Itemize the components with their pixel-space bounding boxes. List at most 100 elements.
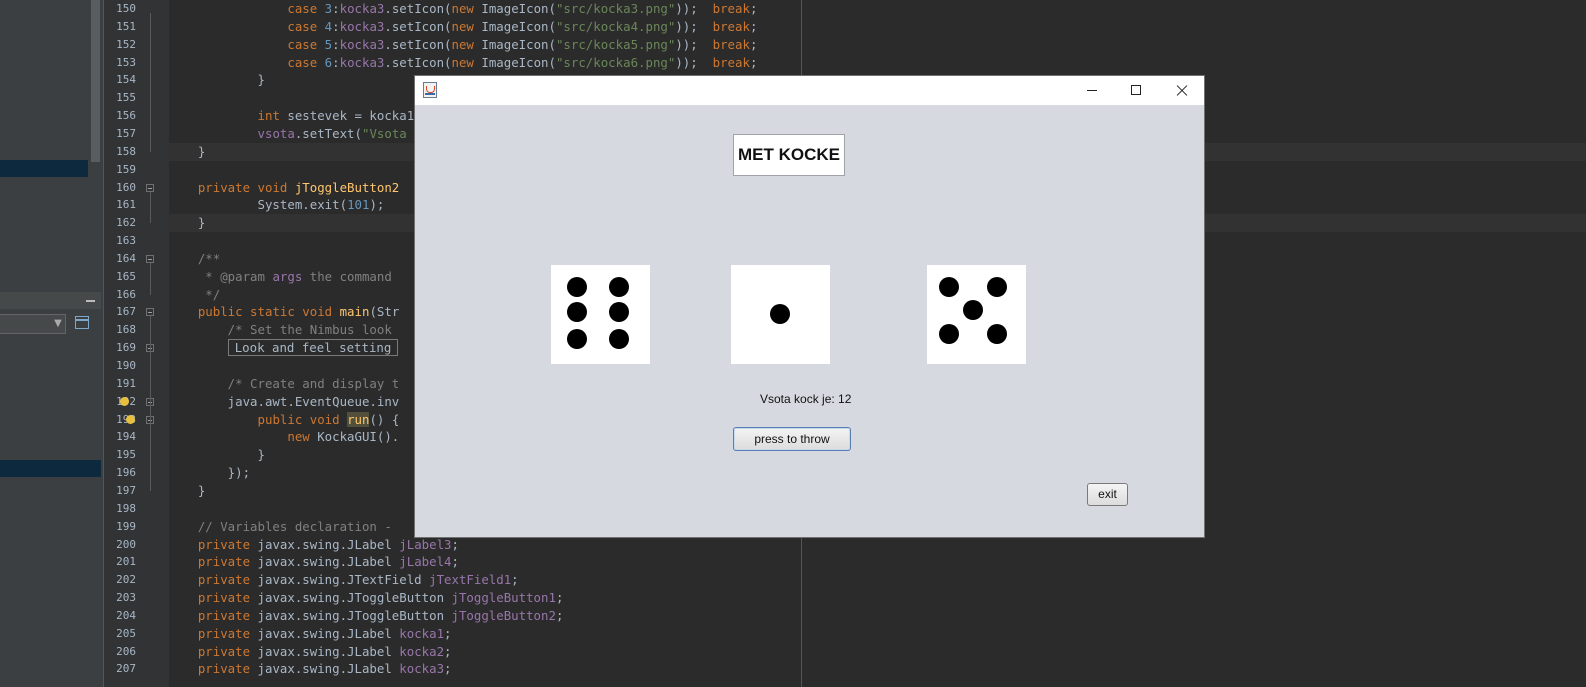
code-line[interactable]: case 3:kocka3.setIcon(new ImageIcon("src…: [168, 0, 1586, 18]
code-token: javax.swing.JLabel: [257, 661, 400, 677]
code-token: * @param: [168, 268, 273, 284]
code-token: break: [712, 54, 750, 70]
line-number: 154: [116, 73, 136, 87]
code-token: main: [339, 304, 370, 320]
code-token: "src/kocka3.png": [555, 1, 676, 16]
line-number: 163: [116, 234, 136, 248]
code-token: :: [332, 54, 340, 70]
code-token: kocka3: [339, 18, 385, 34]
code-token: (Str: [369, 304, 400, 320]
code-token: javax.swing.JLabel: [257, 625, 400, 641]
die-pip: [609, 329, 629, 349]
code-token: new: [287, 429, 318, 445]
java-app-icon: [423, 82, 437, 98]
code-line[interactable]: private javax.swing.JTextField jTextFiel…: [168, 571, 1586, 589]
exit-button[interactable]: exit: [1087, 483, 1128, 506]
code-line[interactable]: private javax.swing.JLabel jLabel3;: [168, 536, 1586, 554]
line-number: 195: [116, 448, 136, 462]
code-token: private: [197, 661, 258, 677]
line-number: 150: [116, 2, 136, 15]
code-line[interactable]: private javax.swing.JLabel jLabel4;: [168, 553, 1586, 571]
line-number: 152: [116, 37, 136, 51]
throw-button[interactable]: press to throw: [733, 427, 851, 451]
code-token: case: [287, 1, 325, 16]
fold-toggle-icon[interactable]: [146, 183, 154, 192]
lightbulb-hint-icon[interactable]: [126, 414, 135, 424]
line-number: 206: [116, 644, 136, 658]
line-number: 191: [116, 376, 136, 390]
line-number: 204: [116, 608, 136, 622]
code-token: }: [168, 447, 265, 463]
code-token: :: [332, 36, 340, 52]
kocka-gui-window: MET KOCKE Vsota kock je: 12 press to thr…: [414, 75, 1205, 538]
code-token: kocka3: [339, 36, 385, 52]
layout-icon[interactable]: [75, 316, 89, 329]
code-line[interactable]: private javax.swing.JToggleButton jToggl…: [168, 589, 1586, 607]
fold-toggle-icon[interactable]: [146, 254, 154, 263]
code-token: public void: [257, 411, 348, 427]
selected-navigator-row[interactable]: [0, 460, 101, 477]
code-token: private void: [197, 179, 295, 195]
line-number: 151: [116, 19, 136, 33]
code-token: javax.swing.JLabel: [257, 554, 400, 570]
close-button[interactable]: [1159, 76, 1204, 105]
line-number: 168: [116, 323, 136, 337]
minimize-icon[interactable]: [86, 300, 95, 302]
die-3: [927, 265, 1026, 364]
code-token: .setIcon(: [384, 18, 452, 34]
code-token: ));: [675, 18, 713, 34]
fold-toggle-icon[interactable]: [146, 308, 154, 317]
line-number: 157: [116, 126, 136, 140]
code-token: private: [197, 572, 258, 588]
code-token: kocka3: [339, 1, 385, 16]
code-token: run: [347, 411, 370, 427]
code-token: ImageIcon(: [481, 18, 556, 34]
panel-scrollbar[interactable]: [91, 0, 100, 162]
code-token: jToggleButton2: [294, 179, 400, 195]
code-token: jToggleButton2: [451, 607, 556, 623]
code-token: private: [197, 607, 258, 623]
chevron-down-icon[interactable]: ▼: [51, 318, 65, 330]
code-token: ImageIcon(: [481, 1, 556, 16]
window-titlebar[interactable]: [415, 76, 1204, 105]
maximize-button[interactable]: [1114, 76, 1159, 105]
code-token: // Variables declaration -: [168, 518, 400, 534]
code-token: ));: [675, 36, 713, 52]
code-token: kocka3: [399, 661, 445, 677]
title-text-field[interactable]: MET KOCKE: [733, 134, 845, 176]
minimize-button[interactable]: [1070, 76, 1115, 105]
die-pip: [567, 302, 587, 322]
code-line[interactable]: private javax.swing.JLabel kocka2;: [168, 643, 1586, 661]
code-token: "src/kocka5.png": [555, 36, 676, 52]
code-line[interactable]: private javax.swing.JLabel kocka1;: [168, 625, 1586, 643]
line-number: 199: [116, 519, 136, 533]
line-number: 198: [116, 501, 136, 515]
code-token: */: [168, 286, 221, 302]
code-token: case: [287, 36, 325, 52]
lightbulb-hint-icon[interactable]: [120, 396, 129, 406]
code-line[interactable]: case 4:kocka3.setIcon(new ImageIcon("src…: [168, 18, 1586, 36]
code-line[interactable]: case 5:kocka3.setIcon(new ImageIcon("src…: [168, 36, 1586, 54]
code-line[interactable]: private javax.swing.JLabel kocka3;: [168, 660, 1586, 678]
folded-code-block[interactable]: Look and feel setting: [227, 339, 399, 357]
code-token: ;: [555, 590, 564, 606]
code-token: new: [451, 36, 482, 52]
line-number: 153: [116, 55, 136, 69]
code-token: .setText(: [294, 125, 362, 141]
code-line[interactable]: private javax.swing.JToggleButton jToggl…: [168, 607, 1586, 625]
code-token: kocka3: [339, 54, 385, 70]
code-token: private: [197, 643, 258, 659]
selected-tree-row[interactable]: [0, 160, 88, 177]
line-number: 201: [116, 555, 136, 569]
sum-label: Vsota kock je: 12: [760, 392, 852, 406]
code-line[interactable]: case 6:kocka3.setIcon(new ImageIcon("src…: [168, 54, 1586, 72]
code-token: ;: [749, 36, 758, 52]
